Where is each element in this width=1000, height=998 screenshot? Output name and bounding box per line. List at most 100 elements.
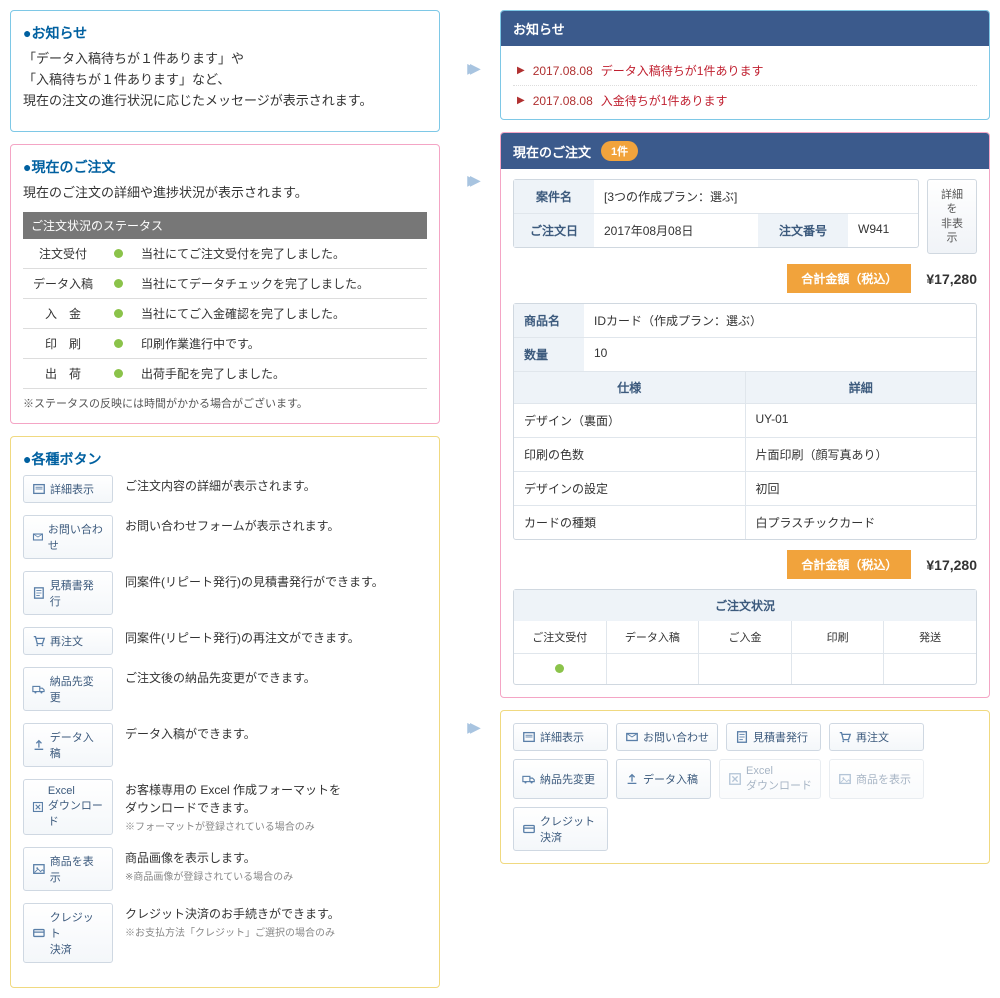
mail-icon [625,730,639,744]
btn-desc: お問い合わせフォームが表示されます。 [125,515,339,535]
status-col: データ入稿 [607,621,700,653]
status-header: ご注文状況のステータス [23,212,427,239]
card-icon [32,926,46,940]
status-row: 注文受付当社にてご注文受付を完了しました。 [23,239,427,269]
news-item[interactable]: ▶2017.08.08データ入稿待ちが1件あります [513,56,977,86]
right-buttons-panel: 詳細表示お問い合わせ見積書発行再注文納品先変更データ入稿Excel ダウンロード… [500,710,990,864]
btn-desc: ご注文後の納品先変更ができます。 [125,667,316,687]
excel-icon [32,800,44,814]
image-button: 商品を表示 [829,759,924,799]
truck-icon [522,772,536,786]
mail-button[interactable]: お問い合わせ [23,515,113,559]
total-value: ¥17,280 [926,271,977,287]
truck-button[interactable]: 納品先変更 [23,667,113,711]
order-count-badge: 1件 [601,141,638,161]
total-label-2: 合計金額（税込） [787,550,911,579]
detail-button[interactable]: 詳細表示 [23,475,113,503]
spec-row: デザインの設定初回 [514,471,976,505]
btn-desc: お客様専用の Excel 作成フォーマットを ダウンロードできます。※フォーマッ… [125,779,341,835]
status-row: データ入稿当社にてデータチェックを完了しました。 [23,269,427,299]
truck-button[interactable]: 納品先変更 [513,759,608,799]
status-dot [114,249,123,258]
upload-button[interactable]: データ入稿 [616,759,711,799]
product-name-label: 商品名 [514,304,584,337]
news-header-bar: お知らせ [501,11,989,46]
cart-icon [838,730,852,744]
spec-header-1: 仕様 [514,372,746,403]
status-dot-cell [607,653,700,684]
left-news-box: ●お知らせ 「データ入稿待ちが１件あります」や 「入稿待ちが１件あります」など、… [10,10,440,132]
arrow-icon: ▶▶ [467,60,473,77]
cart-button[interactable]: 再注文 [829,723,924,751]
doc-icon [32,586,46,600]
cart-icon [32,634,46,648]
news-item[interactable]: ▶2017.08.08入金待ちが1件あります [513,86,977,115]
order-title: ●現在のご注文 [23,157,427,177]
card-icon [522,822,536,836]
date-label: ご注文日 [514,214,594,247]
spec-row: 印刷の色数片面印刷（顔写真あり） [514,437,976,471]
total-label: 合計金額（税込） [787,264,911,293]
total-value-2: ¥17,280 [926,557,977,573]
order-text: 現在のご注文の詳細や進捗状況が表示されます。 [23,183,427,204]
status-col: ご注文受付 [514,621,607,653]
order-status-header: ご注文状況 [514,590,976,621]
card-button[interactable]: クレジット 決済 [23,903,113,963]
upload-icon [32,738,46,752]
order-status-box: ご注文状況 ご注文受付データ入稿ご入金印刷発送 [513,589,977,685]
status-table: 注文受付当社にてご注文受付を完了しました。データ入稿当社にてデータチェックを完了… [23,239,427,389]
case-label: 案件名 [514,180,594,213]
status-note: ※ステータスの反映には時間がかかる場合がございます。 [23,395,427,411]
product-name: IDカード（作成プラン：選ぶ） [584,304,976,337]
doc-button[interactable]: 見積書発行 [23,571,113,615]
doc-button[interactable]: 見積書発行 [726,723,821,751]
status-dot [114,279,123,288]
upload-icon [625,772,639,786]
status-dot-cell [792,653,885,684]
right-news-panel: お知らせ ▶2017.08.08データ入稿待ちが1件あります▶2017.08.0… [500,10,990,120]
status-dot-cell [699,653,792,684]
truck-icon [32,682,46,696]
product-box: 商品名 IDカード（作成プラン：選ぶ） 数量 10 仕様 詳細 デザイン（裏面）… [513,303,977,540]
qty-value: 10 [584,338,976,371]
arrow-icon: ▶▶ [467,172,473,189]
btn-desc: ご注文内容の詳細が表示されます。 [125,475,316,495]
qty-label: 数量 [514,338,584,371]
cart-button[interactable]: 再注文 [23,627,113,655]
status-dot-cell [884,653,976,684]
status-row: 出 荷出荷手配を完了しました。 [23,359,427,389]
status-dot [114,339,123,348]
detail-icon [32,482,46,496]
btn-desc: 同案件(リピート発行)の見積書発行ができます。 [125,571,384,591]
card-button[interactable]: クレジット 決済 [513,807,608,851]
doc-icon [735,730,749,744]
excel-button: Excel ダウンロード [719,759,821,799]
date-value: 2017年08月08日 [594,214,758,247]
left-order-box: ●現在のご注文 現在のご注文の詳細や進捗状況が表示されます。 ご注文状況のステー… [10,144,440,424]
status-row: 入 金当社にてご入金確認を完了しました。 [23,299,427,329]
caret-icon: ▶ [517,95,525,106]
detail-toggle-button[interactable]: 詳細を 非表示 [927,179,977,254]
excel-icon [728,772,742,786]
btn-desc: 同案件(リピート発行)の再注文ができます。 [125,627,360,647]
news-text: 「データ入稿待ちが１件あります」や 「入稿待ちが１件あります」など、 現在の注文… [23,49,427,111]
status-dot [114,369,123,378]
btn-desc: データ入稿ができます。 [125,723,256,743]
detail-button[interactable]: 詳細表示 [513,723,608,751]
excel-button[interactable]: Excel ダウンロード [23,779,113,835]
btn-desc: 商品画像を表示します。※商品画像が登録されている場合のみ [125,847,293,885]
status-dot-cell [514,653,607,684]
btn-desc: クレジット決済のお手続きができます。※お支払方法「クレジット」ご選択の場合のみ [125,903,340,941]
case-value: [3つの作成プラン：選ぶ] [594,180,918,213]
image-button[interactable]: 商品を表示 [23,847,113,891]
status-col: 発送 [884,621,976,653]
num-label: 注文番号 [758,214,848,247]
status-col: ご入金 [699,621,792,653]
status-col: 印刷 [792,621,885,653]
mail-button[interactable]: お問い合わせ [616,723,718,751]
mail-icon [32,530,44,544]
upload-button[interactable]: データ入稿 [23,723,113,767]
status-dot [114,309,123,318]
status-dot [555,664,564,673]
image-icon [32,862,46,876]
